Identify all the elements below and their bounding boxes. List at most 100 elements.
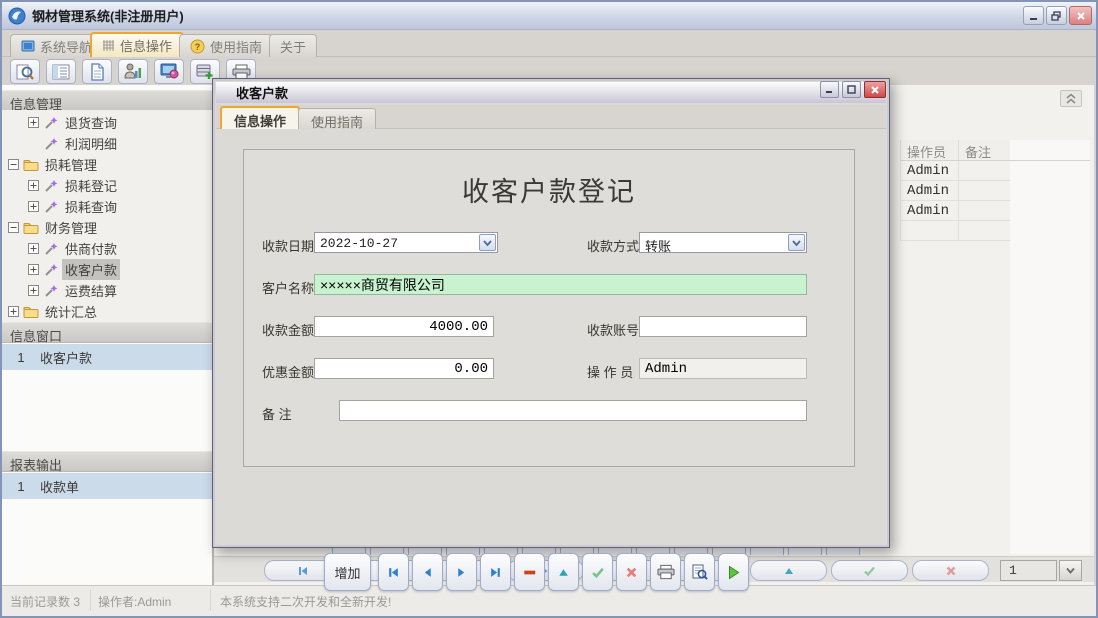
- folder-icon: [23, 158, 39, 172]
- expand-minus-icon[interactable]: [8, 159, 19, 170]
- grid-header-operator[interactable]: 操作员: [900, 140, 958, 160]
- customer-input[interactable]: [314, 274, 807, 295]
- tab-user-guide[interactable]: ? 使用指南: [179, 34, 273, 57]
- dialog-titlebar: 收客户款: [216, 82, 886, 103]
- new-document-button[interactable]: [82, 59, 112, 84]
- first-record-button[interactable]: [378, 553, 409, 591]
- expand-plus-icon[interactable]: [28, 201, 39, 212]
- tree-item-returns-query[interactable]: 退货查询: [2, 112, 212, 133]
- edit-record-button[interactable]: [548, 553, 579, 591]
- grid-cell-remark[interactable]: [958, 181, 1010, 201]
- nav-cancel-button[interactable]: [912, 560, 989, 581]
- titlebar: 钢材管理系统(非注册用户): [2, 2, 1096, 30]
- expand-plus-icon[interactable]: [28, 117, 39, 128]
- grid-empty-area: [1010, 140, 1090, 554]
- tree-item-supplier-payment[interactable]: 供商付款: [2, 238, 212, 259]
- dialog-tab-user-guide[interactable]: 使用指南: [298, 108, 376, 129]
- expand-plus-icon[interactable]: [8, 306, 19, 317]
- method-select[interactable]: 转账: [639, 232, 807, 253]
- tree-item-loss-management[interactable]: 损耗管理: [2, 154, 212, 175]
- wand-icon: [43, 137, 59, 151]
- tree-item-loss-register[interactable]: 损耗登记: [2, 175, 212, 196]
- amount-label: 收款金额: [262, 320, 314, 339]
- close-icon: [1076, 11, 1086, 21]
- chevron-down-icon: [1065, 566, 1076, 575]
- expand-minus-icon[interactable]: [8, 222, 19, 233]
- main-tabbar: 系统导航 信息操作 ? 使用指南 关于: [2, 30, 1096, 57]
- tab-about[interactable]: 关于: [269, 34, 317, 57]
- window-list-item[interactable]: 1 收客户款: [2, 344, 212, 370]
- dialog-close-button[interactable]: [864, 81, 886, 98]
- app-window: 钢材管理系统(非注册用户) 系统导航 信息操作 ? 使用指南 关于: [0, 0, 1098, 618]
- tree-item-receive-customer-payment[interactable]: 收客户款: [2, 259, 212, 280]
- expand-plus-icon[interactable]: [28, 180, 39, 191]
- account-input[interactable]: [639, 316, 807, 337]
- tree-item-finance-management[interactable]: 财务管理: [2, 217, 212, 238]
- nav-save-button[interactable]: [831, 560, 908, 581]
- next-record-button[interactable]: [446, 553, 477, 591]
- nav-edit-button[interactable]: [750, 560, 827, 581]
- status-record-count: 当前记录数 3: [10, 593, 80, 610]
- dialog-tab-info-operation[interactable]: 信息操作: [220, 106, 300, 129]
- selected-tree-item[interactable]: 收客户款: [62, 259, 120, 280]
- restore-icon: [1051, 11, 1062, 21]
- remark-input[interactable]: [339, 400, 807, 421]
- customer-label: 客户名称: [262, 278, 314, 297]
- help-icon: ?: [190, 39, 205, 54]
- monitor-button[interactable]: [154, 59, 184, 84]
- operator-button[interactable]: [118, 59, 148, 84]
- record-count-dropdown-button[interactable]: [1059, 560, 1082, 581]
- print-preview-button[interactable]: [684, 553, 715, 591]
- save-record-button[interactable]: [582, 553, 613, 591]
- grid-cell-operator[interactable]: Admin: [900, 201, 958, 221]
- tree-item-profit-detail[interactable]: 利润明细: [2, 133, 212, 154]
- cancel-record-button[interactable]: [616, 553, 647, 591]
- tree-item-statistics-summary[interactable]: 统计汇总: [2, 301, 212, 322]
- print-button[interactable]: [650, 553, 681, 591]
- printer-icon: [657, 564, 675, 580]
- collapse-panel-button[interactable]: [1060, 90, 1082, 107]
- amount-input[interactable]: [314, 316, 494, 337]
- wand-icon: [43, 116, 59, 130]
- add-button[interactable]: 增加: [324, 553, 371, 591]
- minimize-button[interactable]: [1023, 6, 1044, 25]
- close-icon: [870, 85, 880, 95]
- form-panel: 收客户款登记 收款日期 2022-10-27 收款方式 转账 客户名称 收款金额: [243, 149, 855, 467]
- expand-plus-icon[interactable]: [28, 264, 39, 275]
- date-select[interactable]: 2022-10-27: [314, 232, 498, 253]
- report-list-item[interactable]: 1 收款单: [2, 473, 212, 499]
- dialog-maximize-button[interactable]: [842, 81, 861, 98]
- tree-item-freight-settlement[interactable]: 运费结算: [2, 280, 212, 301]
- record-count-select[interactable]: 1: [1000, 560, 1057, 581]
- search-icon: [15, 63, 35, 81]
- app-logo-icon: [8, 7, 26, 25]
- grid-cell-remark[interactable]: [958, 201, 1010, 221]
- wand-icon: [43, 200, 59, 214]
- print-preview-icon: [691, 564, 708, 581]
- expand-plus-icon[interactable]: [28, 285, 39, 296]
- chevron-down-icon[interactable]: [788, 234, 805, 251]
- expand-plus-icon[interactable]: [28, 243, 39, 254]
- tab-info-operation[interactable]: 信息操作: [90, 32, 184, 57]
- tree-item-loss-query[interactable]: 损耗查询: [2, 196, 212, 217]
- delete-record-button[interactable]: [514, 553, 545, 591]
- last-record-button[interactable]: [480, 553, 511, 591]
- restore-button[interactable]: [1046, 6, 1067, 25]
- grid-cell-operator[interactable]: Admin: [900, 181, 958, 201]
- dialog-minimize-button[interactable]: [820, 81, 839, 98]
- wand-icon: [43, 263, 59, 277]
- chevron-down-icon[interactable]: [479, 234, 496, 251]
- tab-label: 系统导航: [40, 37, 92, 56]
- grid-cell-operator[interactable]: Admin: [900, 161, 958, 181]
- discount-input[interactable]: [314, 358, 494, 379]
- prev-record-button[interactable]: [412, 553, 443, 591]
- status-operator: 操作者:Admin: [98, 593, 171, 610]
- tab-label: 使用指南: [210, 37, 262, 56]
- grid-cell-remark[interactable]: [958, 161, 1010, 181]
- operator-label: 操 作 员: [587, 362, 633, 381]
- close-button[interactable]: [1069, 6, 1092, 25]
- execute-button[interactable]: [718, 553, 749, 591]
- grid-header-remark[interactable]: 备注: [958, 140, 1010, 160]
- search-button[interactable]: [10, 59, 40, 84]
- form-view-button[interactable]: [46, 59, 76, 84]
